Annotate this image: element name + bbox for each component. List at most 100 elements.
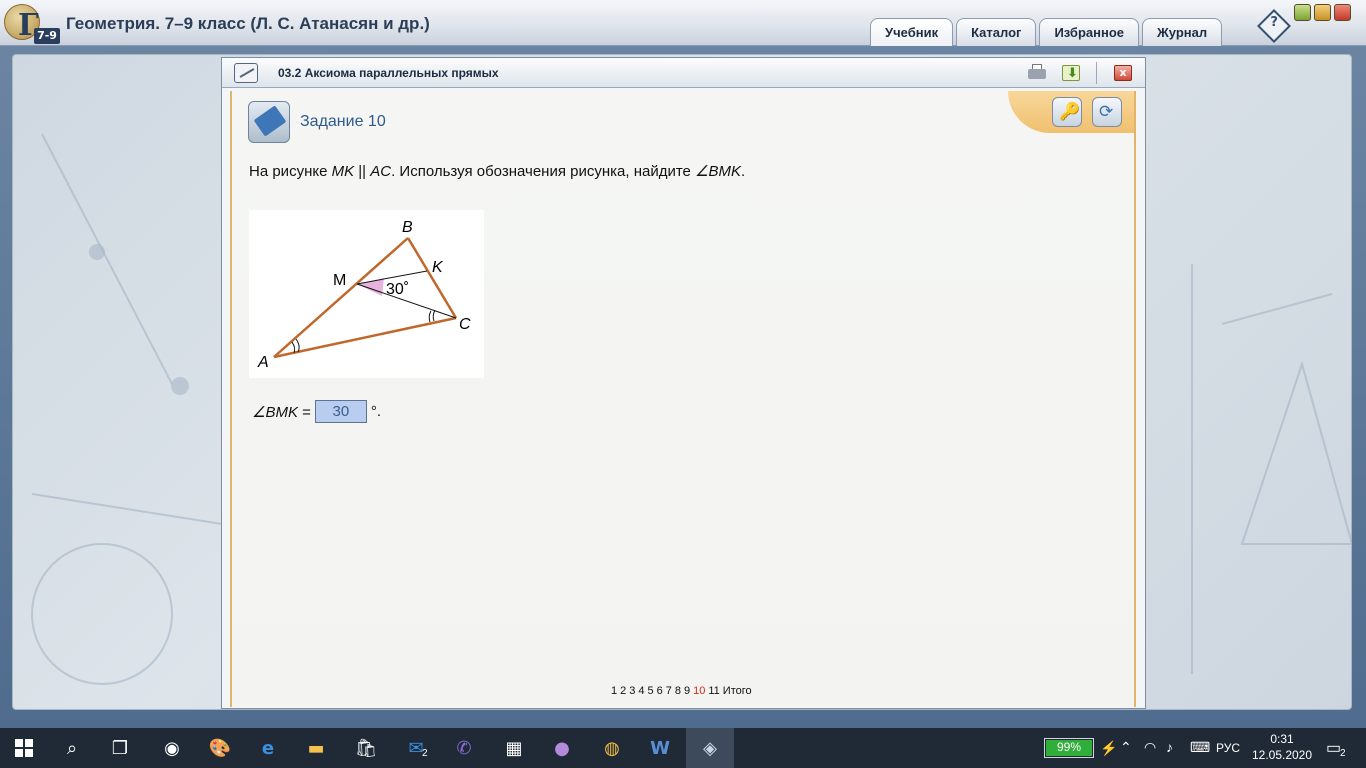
triangle-figure: B K M C A 30˚ (249, 210, 484, 378)
label-c: C (459, 316, 471, 333)
header-divider (1096, 62, 1097, 84)
lesson-title: 03.2 Аксиома параллельных прямых (278, 66, 499, 80)
download-button[interactable]: ⬇ (1060, 63, 1082, 83)
task-sheet-icon (253, 105, 287, 137)
page-1[interactable]: 1 (611, 685, 617, 697)
power-icon[interactable]: ⚡ (1100, 740, 1117, 757)
edge-button[interactable]: e (244, 728, 292, 768)
angle-c-arc-2 (432, 309, 436, 322)
page-total[interactable]: Итого (723, 685, 752, 697)
page-9[interactable]: 9 (684, 685, 690, 697)
pencil-icon (234, 63, 258, 83)
angle-a-arc-2 (295, 338, 300, 353)
main-tabs: Учебник Каталог Избранное Журнал (870, 18, 1223, 46)
word-icon: W (650, 737, 670, 759)
steam-icon: ◉ (164, 737, 180, 759)
answer-angle: ∠BMK (252, 403, 298, 421)
page-4[interactable]: 4 (638, 685, 644, 697)
tab-journal[interactable]: Журнал (1142, 18, 1223, 46)
minimize-button[interactable] (1294, 4, 1311, 21)
page-2[interactable]: 2 (620, 685, 626, 697)
label-m: M (333, 272, 346, 289)
refresh-icon: ⟳ (1099, 102, 1114, 122)
wifi-icon[interactable]: ◠ (1144, 739, 1156, 756)
app-title: Геометрия. 7–9 класс (Л. С. Атанасян и д… (66, 14, 430, 33)
answer-angle-label: ∠BMK = (252, 403, 311, 421)
explorer-button[interactable]: ▬ (292, 728, 340, 768)
paint-button[interactable]: 🎨 (196, 728, 244, 768)
battery-percent: 99% (1056, 740, 1082, 754)
angle-a-arc-1 (291, 341, 296, 354)
close-icon: x (1114, 65, 1132, 81)
page-6[interactable]: 6 (657, 685, 663, 697)
app-header: Г 7-9 Геометрия. 7–9 класс (Л. С. Атанас… (0, 0, 1366, 46)
calculator-button[interactable]: ▦ (490, 728, 538, 768)
calculator-icon: ▦ (505, 737, 523, 759)
keyboard-icon[interactable]: ⌨ (1190, 739, 1210, 756)
task-icon (248, 101, 290, 143)
app-button-purple[interactable]: ● (538, 728, 586, 768)
task-angle: ∠BMK (695, 163, 741, 180)
search-button[interactable]: ⌕ (48, 728, 96, 768)
tab-favorites[interactable]: Избранное (1039, 18, 1140, 46)
geometry-app-icon: ◈ (703, 737, 717, 759)
steam-button[interactable]: ◉ (148, 728, 196, 768)
tab-textbook[interactable]: Учебник (870, 18, 954, 46)
language-indicator[interactable]: РУС (1216, 741, 1240, 755)
tool-corner: 🔑 ⟳ (1008, 91, 1134, 133)
notifications-icon[interactable]: ▭ (1326, 738, 1341, 758)
chrome-icon: ◍ (604, 737, 620, 759)
download-arrow-icon: ⬇ (1067, 66, 1078, 81)
task-view-button[interactable]: ❐ (96, 728, 144, 768)
page-11[interactable]: 11 (708, 685, 719, 697)
word-button[interactable]: W (636, 728, 684, 768)
geometry-app-button[interactable]: ◈ (686, 728, 734, 768)
search-icon: ⌕ (66, 737, 78, 759)
answer-unit: °. (370, 403, 382, 420)
mail-button[interactable]: ✉ 2 (392, 728, 440, 768)
page-8[interactable]: 8 (675, 685, 681, 697)
print-button[interactable] (1026, 63, 1048, 83)
store-button[interactable]: 🛍 (342, 728, 390, 768)
system-clock[interactable]: 0:31 12.05.2020 (1250, 731, 1314, 763)
triangle-diagram: B K M C A 30˚ (257, 219, 471, 371)
label-b: B (402, 219, 413, 236)
answer-equals: = (297, 403, 311, 421)
key-icon: 🔑 (1059, 102, 1081, 122)
panel-header: 03.2 Аксиома параллельных прямых ⬇ x (222, 58, 1145, 88)
chrome-button[interactable]: ◍ (588, 728, 636, 768)
speaker-icon[interactable]: ♪ (1166, 739, 1173, 755)
help-icon: ? (1270, 15, 1278, 31)
show-answer-button[interactable]: 🔑 (1052, 97, 1082, 127)
page-3[interactable]: 3 (629, 685, 635, 697)
window-controls (1294, 4, 1351, 21)
page-5[interactable]: 5 (648, 685, 654, 697)
viber-button[interactable]: ✆ (440, 728, 488, 768)
windows-taskbar: ⌕ ❐ ◉ 🎨 e ▬ 🛍 ✉ 2 ✆ ▦ ● ◍ W ◈ (0, 728, 1366, 768)
printer-icon (1028, 69, 1046, 79)
battery-indicator[interactable]: 99% (1044, 738, 1094, 758)
page-10-current[interactable]: 10 (693, 685, 705, 697)
answer-row: ∠BMK = °. (252, 400, 381, 423)
close-panel-button[interactable]: x (1112, 63, 1134, 83)
task-text-end: . (741, 163, 746, 180)
task-parallel-sign: || (354, 163, 371, 180)
start-button[interactable] (0, 728, 48, 768)
paint-icon: 🎨 (208, 737, 232, 759)
app-window: Г 7-9 Геометрия. 7–9 класс (Л. С. Атанас… (0, 0, 1366, 728)
chevron-up-icon[interactable]: ⌃ (1120, 739, 1132, 756)
tab-catalog[interactable]: Каталог (956, 18, 1037, 46)
task-segment-mk: MK (331, 163, 355, 180)
reset-button[interactable]: ⟳ (1092, 97, 1122, 127)
clock-time: 0:31 (1270, 732, 1294, 746)
answer-input[interactable] (314, 400, 367, 423)
page-7[interactable]: 7 (666, 685, 672, 697)
help-button[interactable]: ? (1257, 9, 1291, 43)
maximize-button[interactable] (1314, 4, 1331, 21)
side-bc (406, 237, 458, 319)
label-a: A (257, 354, 269, 371)
task-statement: На рисунке MK || AC. Используя обозначен… (249, 162, 745, 180)
windows-logo-icon (15, 739, 33, 757)
close-window-button[interactable] (1334, 4, 1351, 21)
viber-icon: ✆ (456, 737, 472, 759)
